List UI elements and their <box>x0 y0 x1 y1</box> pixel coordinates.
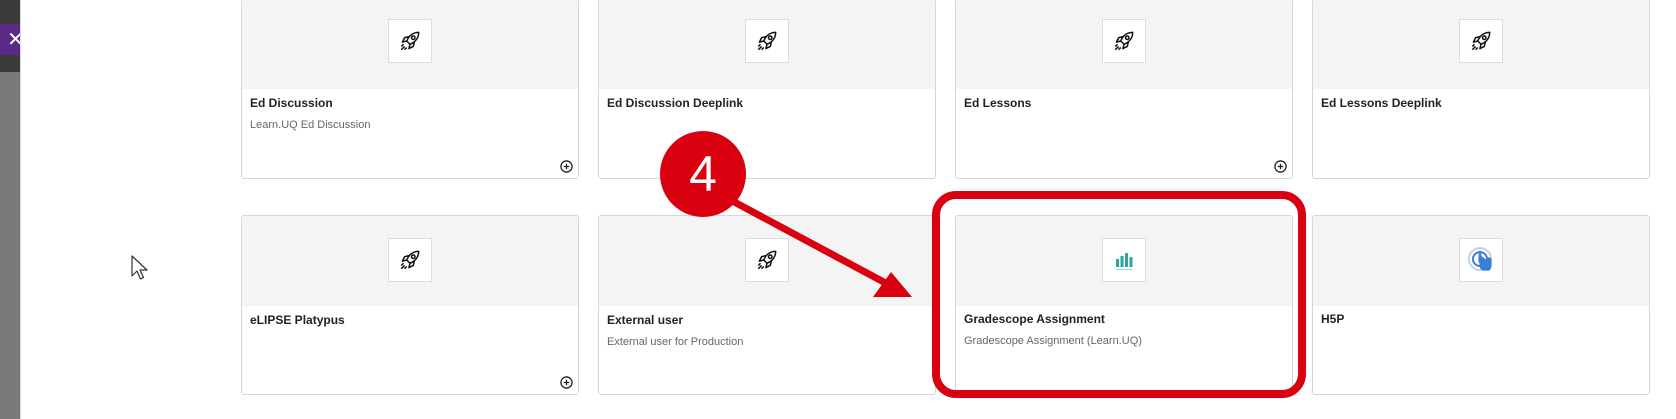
step-number-badge: 4 <box>660 131 746 217</box>
annotation-arrow <box>721 193 912 297</box>
